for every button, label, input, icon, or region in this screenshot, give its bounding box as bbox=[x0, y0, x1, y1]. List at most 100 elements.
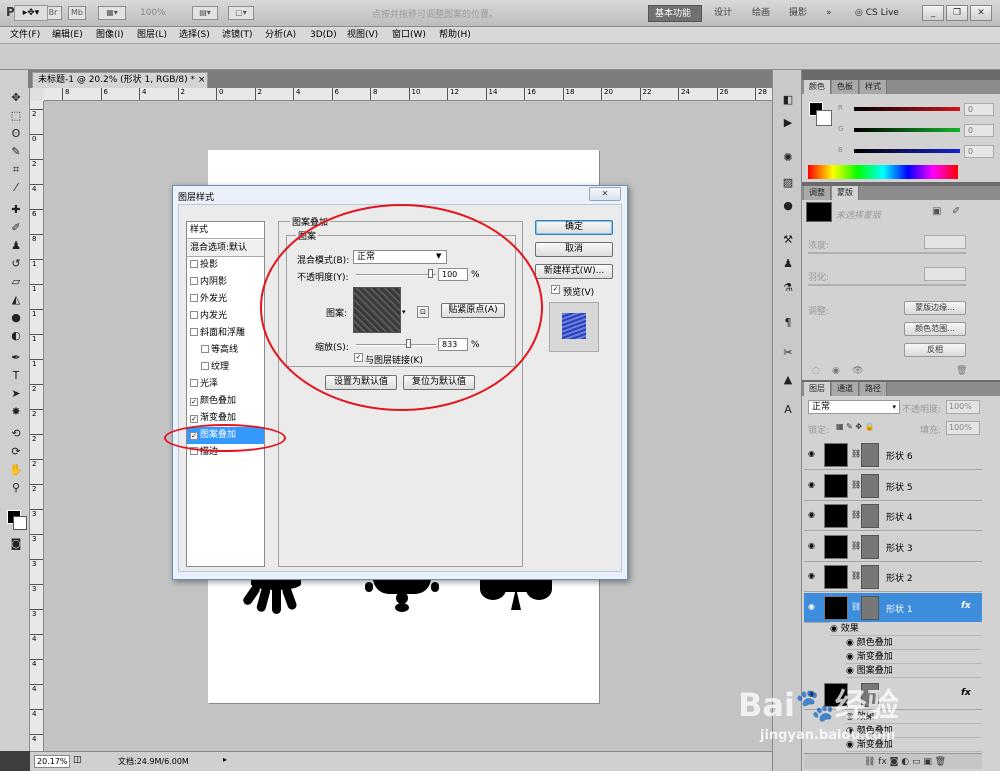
menu-edit[interactable]: 编辑(E) bbox=[52, 28, 83, 43]
workspace-photography[interactable]: 摄影 bbox=[783, 5, 813, 22]
load-selection-icon[interactable]: ◌ bbox=[812, 366, 820, 376]
visibility-eye-icon[interactable]: ◉ bbox=[808, 510, 818, 520]
histogram-panel-icon[interactable]: ▨ bbox=[780, 175, 796, 191]
info-panel-icon[interactable]: ● bbox=[780, 198, 796, 214]
tab-layers[interactable]: 图层 bbox=[804, 382, 831, 396]
quick-select-tool-icon[interactable]: ✎ bbox=[8, 144, 24, 160]
green-slider[interactable] bbox=[854, 128, 960, 132]
shape-spade[interactable] bbox=[478, 578, 558, 614]
menu-help[interactable]: 帮助(H) bbox=[439, 28, 471, 43]
zoom-status-field[interactable]: 20.17% bbox=[34, 755, 70, 768]
new-style-button[interactable]: 新建样式(W)... bbox=[535, 264, 613, 279]
zoom-level[interactable]: 100% bbox=[140, 5, 180, 21]
dodge-tool-icon[interactable]: ◐ bbox=[8, 328, 24, 344]
clone-stamp-tool-icon[interactable]: ♟ bbox=[8, 238, 24, 254]
shape-crown[interactable] bbox=[365, 578, 445, 614]
move-tool-icon[interactable]: ✥ bbox=[8, 90, 24, 106]
menu-window[interactable]: 窗口(W) bbox=[392, 28, 426, 43]
layers-footer-icons[interactable]: ⛓ fx ◙ ◐ ▭ ▣ 🗑 bbox=[804, 753, 982, 769]
arrange-documents-icon[interactable]: ▤▾ bbox=[192, 6, 218, 20]
3d-orbit-tool-icon[interactable]: ⟳ bbox=[8, 444, 24, 460]
pixel-mask-icon[interactable]: ▣ bbox=[932, 206, 941, 217]
effects-eye-icon[interactable]: ◉ bbox=[830, 624, 841, 634]
ok-button[interactable]: 确定 bbox=[535, 220, 613, 235]
text-panel-icon[interactable]: A bbox=[780, 402, 796, 418]
visibility-eye-icon[interactable]: ◉ bbox=[808, 449, 818, 459]
vector-mask-icon[interactable]: ✐ bbox=[952, 206, 960, 217]
style-checkbox[interactable]: ✓ bbox=[190, 415, 198, 423]
style-item[interactable]: ✓ 颜色叠加 bbox=[187, 393, 264, 410]
style-item[interactable]: 斜面和浮雕 bbox=[187, 325, 264, 342]
tab-color[interactable]: 颜色 bbox=[804, 80, 831, 94]
style-item[interactable]: 内阴影 bbox=[187, 274, 264, 291]
notes-panel-icon[interactable]: ▲ bbox=[780, 372, 796, 388]
close-tab-icon[interactable]: × bbox=[198, 75, 206, 85]
shape-flower[interactable] bbox=[241, 578, 305, 614]
density-slider[interactable] bbox=[808, 252, 966, 254]
3d-rotate-tool-icon[interactable]: ⟲ bbox=[8, 426, 24, 442]
red-slider[interactable] bbox=[854, 107, 960, 111]
effect-gradient-overlay[interactable]: ◉ 渐变叠加 bbox=[846, 650, 982, 664]
layer-row[interactable]: ◉ ⛓ 形状 1 fx bbox=[804, 592, 982, 623]
document-tab[interactable]: 未标题-1 @ 20.2% (形状 1, RGB/8) * × bbox=[32, 72, 208, 88]
layer-row[interactable]: ◉ ⛓ 形状 6 bbox=[804, 440, 982, 470]
visibility-eye-icon[interactable]: ◉ bbox=[808, 480, 818, 490]
vertical-ruler[interactable]: 2 0 2 4 6 8 1 1 1 1 1 2 2 2 2 2 3 3 3 3 3 4 4 4 4 4 bbox=[30, 101, 44, 751]
color-range-button[interactable]: 颜色范围... bbox=[904, 322, 966, 336]
lock-icons[interactable]: ▦ ✎ ✥ 🔒 bbox=[836, 422, 875, 431]
style-item[interactable]: 投影 bbox=[187, 257, 264, 274]
menu-file[interactable]: 文件(F) bbox=[10, 28, 40, 43]
style-checkbox[interactable] bbox=[190, 379, 198, 387]
menu-3d[interactable]: 3D(D) bbox=[310, 28, 337, 43]
ruler-origin[interactable] bbox=[30, 88, 44, 101]
visibility-eye-icon[interactable]: ◉ bbox=[808, 602, 818, 612]
layer-row[interactable]: ◉ ⛓ 形状 4 bbox=[804, 501, 982, 531]
menu-image[interactable]: 图像(I) bbox=[96, 28, 124, 43]
style-checkbox[interactable] bbox=[190, 311, 198, 319]
crop-tool-icon[interactable]: ⌗ bbox=[8, 162, 24, 178]
lasso-tool-icon[interactable]: ʘ bbox=[8, 126, 24, 142]
shape-tool-icon[interactable]: ✸ bbox=[8, 404, 24, 420]
minimize-button[interactable]: _ bbox=[922, 5, 944, 21]
tab-adjustments[interactable]: 调整 bbox=[804, 186, 831, 200]
zoom-tool-icon[interactable]: ⚲ bbox=[8, 480, 24, 496]
style-item[interactable]: 内发光 bbox=[187, 308, 264, 325]
dialog-close-button[interactable]: ✕ bbox=[589, 187, 621, 201]
status-info-icon[interactable]: ◫ bbox=[73, 755, 82, 765]
eye-icon[interactable]: ◉ bbox=[846, 638, 857, 648]
style-checkbox[interactable] bbox=[201, 345, 209, 353]
tab-paths[interactable]: 路径 bbox=[860, 382, 887, 396]
eraser-tool-icon[interactable]: ▱ bbox=[8, 274, 24, 290]
visibility-eye-icon[interactable]: ◉ bbox=[808, 571, 818, 581]
minibridge-icon[interactable]: Mb bbox=[68, 6, 86, 20]
horizontal-ruler[interactable]: 8 6 4 2 0 2 4 6 8 10 12 14 16 18 20 22 24 26 28 bbox=[44, 88, 772, 101]
menu-analysis[interactable]: 分析(A) bbox=[265, 28, 296, 43]
workspace-more-button[interactable]: » bbox=[820, 5, 838, 22]
style-checkbox[interactable] bbox=[201, 362, 209, 370]
tab-masks[interactable]: 蒙版 bbox=[832, 186, 859, 200]
menu-filter[interactable]: 滤镜(T) bbox=[222, 28, 253, 43]
tab-channels[interactable]: 通道 bbox=[832, 382, 859, 396]
style-checkbox[interactable] bbox=[190, 277, 198, 285]
cs-live-button[interactable]: ◎ CS Live bbox=[855, 5, 911, 22]
apply-mask-icon[interactable]: ◉ bbox=[832, 366, 840, 376]
density-field[interactable] bbox=[924, 235, 966, 249]
styles-header[interactable]: 样式 bbox=[187, 222, 264, 239]
restore-button[interactable]: ❐ bbox=[946, 5, 968, 21]
tab-swatches[interactable]: 色板 bbox=[832, 80, 859, 94]
workspace-design[interactable]: 设计 bbox=[708, 5, 738, 22]
style-item[interactable]: 等高线 bbox=[187, 342, 264, 359]
eye-icon[interactable]: ◉ bbox=[846, 666, 857, 676]
layer-row[interactable]: ◉ ⛓ 形状 2 bbox=[804, 562, 982, 592]
tool-presets-panel-icon[interactable]: ⚗ bbox=[780, 280, 796, 296]
mask-visibility-icon[interactable]: 👁 bbox=[852, 366, 863, 376]
view-extras-icon[interactable]: ▦▾ bbox=[98, 6, 126, 20]
history-brush-tool-icon[interactable]: ↺ bbox=[8, 256, 24, 272]
style-checkbox[interactable] bbox=[190, 294, 198, 302]
layer-opacity-field[interactable]: 100% bbox=[946, 400, 980, 414]
invert-button[interactable]: 反相 bbox=[904, 343, 966, 357]
style-checkbox[interactable] bbox=[190, 260, 198, 268]
brushes-panel-icon[interactable]: ⚒ bbox=[780, 232, 796, 248]
feather-field[interactable] bbox=[924, 267, 966, 281]
character-panel-icon[interactable]: ✂ bbox=[780, 345, 796, 361]
